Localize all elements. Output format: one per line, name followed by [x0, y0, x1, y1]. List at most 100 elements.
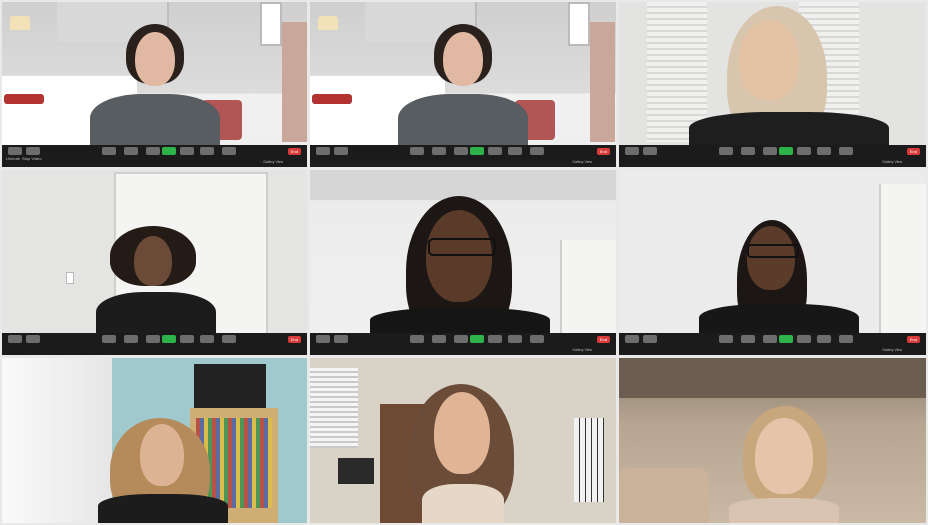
- chat-button[interactable]: [454, 147, 468, 155]
- mute-button[interactable]: [8, 335, 22, 343]
- video-tile-2[interactable]: Gallery View End: [310, 2, 616, 167]
- security-button[interactable]: [102, 147, 116, 155]
- video-feed-living-room: [310, 358, 616, 523]
- breakout-rooms-button[interactable]: [508, 147, 522, 155]
- stop-video-button[interactable]: [334, 335, 348, 343]
- record-button[interactable]: [797, 147, 811, 155]
- security-button[interactable]: [410, 335, 424, 343]
- share-screen-button[interactable]: [162, 335, 176, 343]
- stop-video-label: Stop Video: [22, 156, 42, 161]
- armchair: [619, 468, 709, 523]
- video-feed-white-room-2: [619, 170, 926, 355]
- bed-pillow: [312, 94, 352, 104]
- lamp: [10, 16, 30, 30]
- end-meeting-button[interactable]: End: [596, 336, 610, 343]
- breakout-rooms-button[interactable]: [817, 335, 831, 343]
- mute-button[interactable]: [316, 335, 330, 343]
- gallery-view-label[interactable]: Gallery View: [572, 348, 592, 352]
- security-button[interactable]: [410, 147, 424, 155]
- share-screen-button[interactable]: [779, 147, 793, 155]
- security-button[interactable]: [719, 147, 733, 155]
- chat-button[interactable]: [454, 335, 468, 343]
- participant-face: [747, 226, 795, 290]
- curtain: [590, 22, 615, 142]
- shoji-screen: [574, 418, 604, 502]
- stop-video-button[interactable]: [643, 147, 657, 155]
- chat-button[interactable]: [146, 147, 160, 155]
- share-screen-button[interactable]: [470, 147, 484, 155]
- video-tile-6[interactable]: Gallery View End: [619, 170, 926, 355]
- gallery-view-label[interactable]: Gallery View: [572, 160, 592, 164]
- participants-button[interactable]: [741, 147, 755, 155]
- reactions-button[interactable]: [222, 335, 236, 343]
- record-button[interactable]: [488, 335, 502, 343]
- chat-button[interactable]: [763, 335, 777, 343]
- breakout-rooms-button[interactable]: [200, 147, 214, 155]
- video-feed-door-room: [2, 170, 307, 355]
- video-tile-7[interactable]: [2, 358, 307, 523]
- participants-button[interactable]: [432, 335, 446, 343]
- share-screen-button[interactable]: [779, 335, 793, 343]
- mute-button[interactable]: [625, 147, 639, 155]
- end-meeting-button[interactable]: End: [906, 336, 920, 343]
- zoom-controls-bar: Unmute Stop Video Gallery View End: [2, 145, 307, 167]
- video-tile-4[interactable]: End: [2, 170, 307, 355]
- security-button[interactable]: [102, 335, 116, 343]
- monitor: [338, 458, 374, 484]
- breakout-rooms-button[interactable]: [200, 335, 214, 343]
- participants-button[interactable]: [124, 147, 138, 155]
- participant-face: [755, 418, 813, 494]
- chat-button[interactable]: [763, 147, 777, 155]
- participant-shirt: [729, 498, 839, 523]
- participant-face: [443, 32, 483, 86]
- video-tile-5[interactable]: Gallery View End: [310, 170, 616, 355]
- video-tile-8[interactable]: [310, 358, 616, 523]
- record-button[interactable]: [797, 335, 811, 343]
- participant-face: [140, 424, 184, 486]
- stop-video-button[interactable]: [26, 335, 40, 343]
- curtain: [282, 22, 307, 142]
- breakout-rooms-button[interactable]: [817, 147, 831, 155]
- share-screen-button[interactable]: [162, 147, 176, 155]
- video-tile-1[interactable]: Unmute Stop Video Gallery View End: [2, 2, 307, 167]
- stop-video-button[interactable]: [643, 335, 657, 343]
- reactions-button[interactable]: [530, 147, 544, 155]
- stop-video-button[interactable]: [26, 147, 40, 155]
- video-feed-bedroom-1: [2, 2, 307, 167]
- end-meeting-button[interactable]: End: [906, 148, 920, 155]
- participants-button[interactable]: [741, 335, 755, 343]
- participant-face: [426, 210, 492, 302]
- mute-button[interactable]: [316, 147, 330, 155]
- participants-button[interactable]: [124, 335, 138, 343]
- gallery-view-label[interactable]: Gallery View: [882, 348, 902, 352]
- bed-pillow: [4, 94, 44, 104]
- breakout-rooms-button[interactable]: [508, 335, 522, 343]
- video-tile-9[interactable]: [619, 358, 926, 523]
- reactions-button[interactable]: [839, 147, 853, 155]
- end-meeting-button[interactable]: End: [287, 336, 301, 343]
- security-button[interactable]: [719, 335, 733, 343]
- mute-button[interactable]: [8, 147, 22, 155]
- chat-button[interactable]: [146, 335, 160, 343]
- reactions-button[interactable]: [839, 335, 853, 343]
- window-blinds: [310, 368, 358, 448]
- tv-screen: [194, 364, 266, 408]
- record-button[interactable]: [180, 335, 194, 343]
- video-feed-white-room: [310, 170, 616, 355]
- record-button[interactable]: [488, 147, 502, 155]
- reactions-button[interactable]: [530, 335, 544, 343]
- end-meeting-button[interactable]: End: [596, 148, 610, 155]
- gallery-view-label[interactable]: Gallery View: [263, 160, 283, 164]
- participant-face: [135, 32, 175, 86]
- reactions-button[interactable]: [222, 147, 236, 155]
- end-meeting-button[interactable]: End: [287, 148, 301, 155]
- participant-face: [739, 20, 799, 100]
- share-screen-button[interactable]: [470, 335, 484, 343]
- video-tile-3[interactable]: Gallery View End: [619, 2, 926, 167]
- participants-button[interactable]: [432, 147, 446, 155]
- ceiling-beam: [619, 358, 926, 398]
- gallery-view-label[interactable]: Gallery View: [882, 160, 902, 164]
- record-button[interactable]: [180, 147, 194, 155]
- mute-button[interactable]: [625, 335, 639, 343]
- stop-video-button[interactable]: [334, 147, 348, 155]
